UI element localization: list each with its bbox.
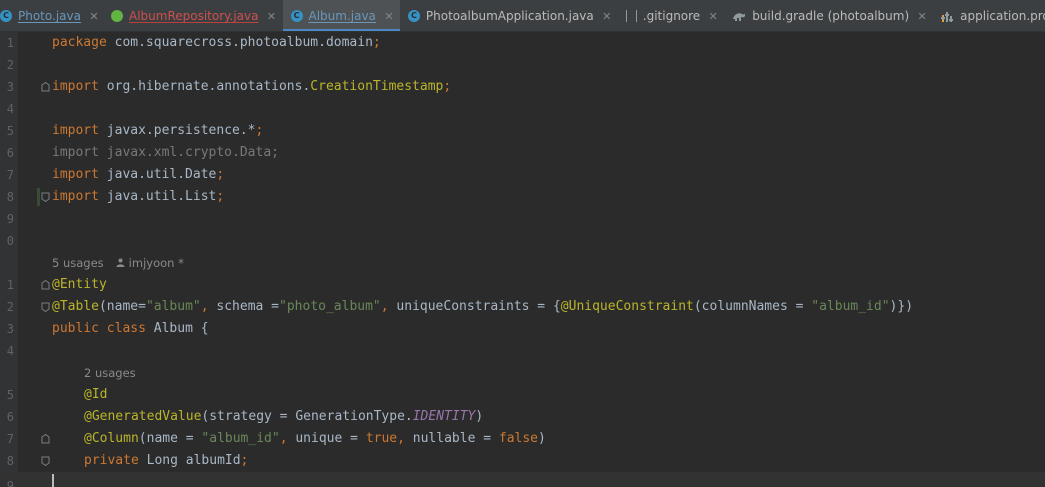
line-number: 0 [6, 234, 14, 248]
usages-hint[interactable]: 5 usages imjyoon * [52, 252, 184, 274]
usages-hint[interactable]: 2 usages [84, 362, 136, 384]
line-number: 6 [6, 410, 14, 424]
fold-icon[interactable] [41, 82, 50, 92]
class-icon: C [407, 10, 420, 22]
code-line-9: 9 [0, 208, 1045, 230]
line-number: 4 [6, 102, 14, 116]
tab-label: AlbumRepository.java [128, 9, 259, 23]
class-icon: C [0, 10, 12, 22]
line-number: 4 [6, 344, 14, 358]
code-line-8: 8 import java.util.List; [0, 186, 1045, 208]
close-icon[interactable]: ✕ [384, 10, 394, 23]
tab-photo-java[interactable]: C Photo.java ✕ [0, 0, 105, 31]
file-icon [625, 10, 637, 22]
code-text: public class Album { [52, 321, 209, 336]
close-icon[interactable]: ✕ [267, 10, 277, 23]
code-editor[interactable]: 1 package com.squarecross.photoalbum.dom… [0, 32, 1045, 487]
close-icon[interactable]: ✕ [89, 10, 99, 23]
interface-icon [110, 10, 123, 22]
editor-tab-bar: C Photo.java ✕ AlbumRepository.java ✕ C … [0, 0, 1045, 32]
fold-icon[interactable] [41, 280, 50, 290]
tab-album-java[interactable]: C Album.java ✕ [282, 0, 401, 31]
properties-icon [941, 10, 954, 23]
line-number: 7 [6, 432, 14, 446]
line-number: 2 [6, 300, 14, 314]
line-number: 3 [6, 80, 14, 94]
author-hint: imjyoon * [128, 256, 184, 270]
tab-label: PhotoalbumApplication.java [425, 9, 594, 23]
code-line-2: 2 [0, 54, 1045, 76]
line-number: 5 [6, 388, 14, 402]
line-number: 9 [6, 479, 14, 487]
code-line-16: 6 @GeneratedValue(strategy = GenerationT… [0, 406, 1045, 428]
line-number: 3 [6, 322, 14, 336]
gradle-icon [732, 10, 746, 22]
code-line-13: 3 public class Album { [0, 318, 1045, 340]
code-text: import javax.persistence.*; [52, 123, 264, 138]
line-number: 5 [6, 124, 14, 138]
close-icon[interactable]: ✕ [602, 10, 612, 23]
line-number: 2 [6, 58, 14, 72]
code-line-10: 0 [0, 230, 1045, 252]
code-line-19: 9 [0, 472, 1045, 487]
text-caret [52, 474, 54, 487]
tab-label: Photo.java [18, 9, 81, 23]
vcs-change-marker[interactable] [37, 188, 40, 206]
code-text: @Table(name="album", schema ="photo_albu… [52, 299, 914, 314]
close-icon[interactable]: ✕ [708, 10, 718, 23]
line-number: 8 [6, 190, 14, 204]
code-line-5: 5 import javax.persistence.*; [0, 120, 1045, 142]
fold-icon[interactable] [41, 456, 50, 466]
code-line-14: 4 [0, 340, 1045, 362]
close-icon[interactable]: ✕ [917, 10, 927, 23]
person-icon [116, 252, 125, 274]
code-line-7: 7 import java.util.Date; [0, 164, 1045, 186]
code-text: @Entity [52, 277, 107, 292]
code-line-6: 6 import javax.xml.crypto.Data; [0, 142, 1045, 164]
code-text: @Id [84, 387, 108, 402]
tab-build-gradle[interactable]: build.gradle (photoalbum) ✕ [724, 0, 933, 31]
tab-album-repository-java[interactable]: AlbumRepository.java ✕ [105, 0, 283, 31]
code-line-1: 1 package com.squarecross.photoalbum.dom… [0, 32, 1045, 54]
fold-icon[interactable] [41, 434, 50, 444]
code-text: package com.squarecross.photoalbum.domai… [52, 35, 381, 50]
fold-icon[interactable] [41, 302, 50, 312]
code-text: @Column(name = "album_id", unique = true… [84, 431, 546, 446]
line-number: 8 [6, 454, 14, 468]
code-text: import org.hibernate.annotations.Creatio… [52, 79, 452, 94]
line-number: 9 [6, 212, 14, 226]
code-vision-hint: 2 usages [0, 362, 1045, 384]
code-line-18: 8 private Long albumId; [0, 450, 1045, 472]
code-line-4: 4 [0, 98, 1045, 120]
code-text: @GeneratedValue(strategy = GenerationTyp… [84, 409, 484, 424]
code-text: import java.util.List; [52, 189, 225, 204]
code-line-15: 5 @Id [0, 384, 1045, 406]
tab-photoalbum-application-java[interactable]: C PhotoalbumApplication.java ✕ [400, 0, 618, 31]
line-number: 1 [6, 278, 14, 292]
code-text: private Long albumId; [84, 453, 249, 468]
tab-label: build.gradle (photoalbum) [752, 9, 910, 23]
code-line-12: 2 @Table(name="album", schema ="photo_al… [0, 296, 1045, 318]
code-vision-hint: 5 usages imjyoon * [0, 252, 1045, 274]
class-icon: C [290, 10, 303, 22]
code-line-3: 3 import org.hibernate.annotations.Creat… [0, 76, 1045, 98]
line-number: 6 [6, 146, 14, 160]
line-number: 1 [6, 36, 14, 50]
fold-icon[interactable] [41, 192, 50, 202]
tab-application-properties[interactable]: application.properties ✕ [933, 0, 1045, 31]
code-line-11: 1 @Entity [0, 274, 1045, 296]
code-line-17: 7 @Column(name = "album_id", unique = tr… [0, 428, 1045, 450]
tab-gitignore[interactable]: .gitignore ✕ [618, 0, 724, 31]
unused-import-text: import javax.xml.crypto.Data; [52, 145, 279, 160]
tab-label: .gitignore [642, 9, 701, 23]
line-number: 7 [6, 168, 14, 182]
tab-label: application.properties [960, 9, 1045, 23]
code-text: import java.util.Date; [52, 167, 225, 182]
tab-label: Album.java [308, 9, 376, 23]
